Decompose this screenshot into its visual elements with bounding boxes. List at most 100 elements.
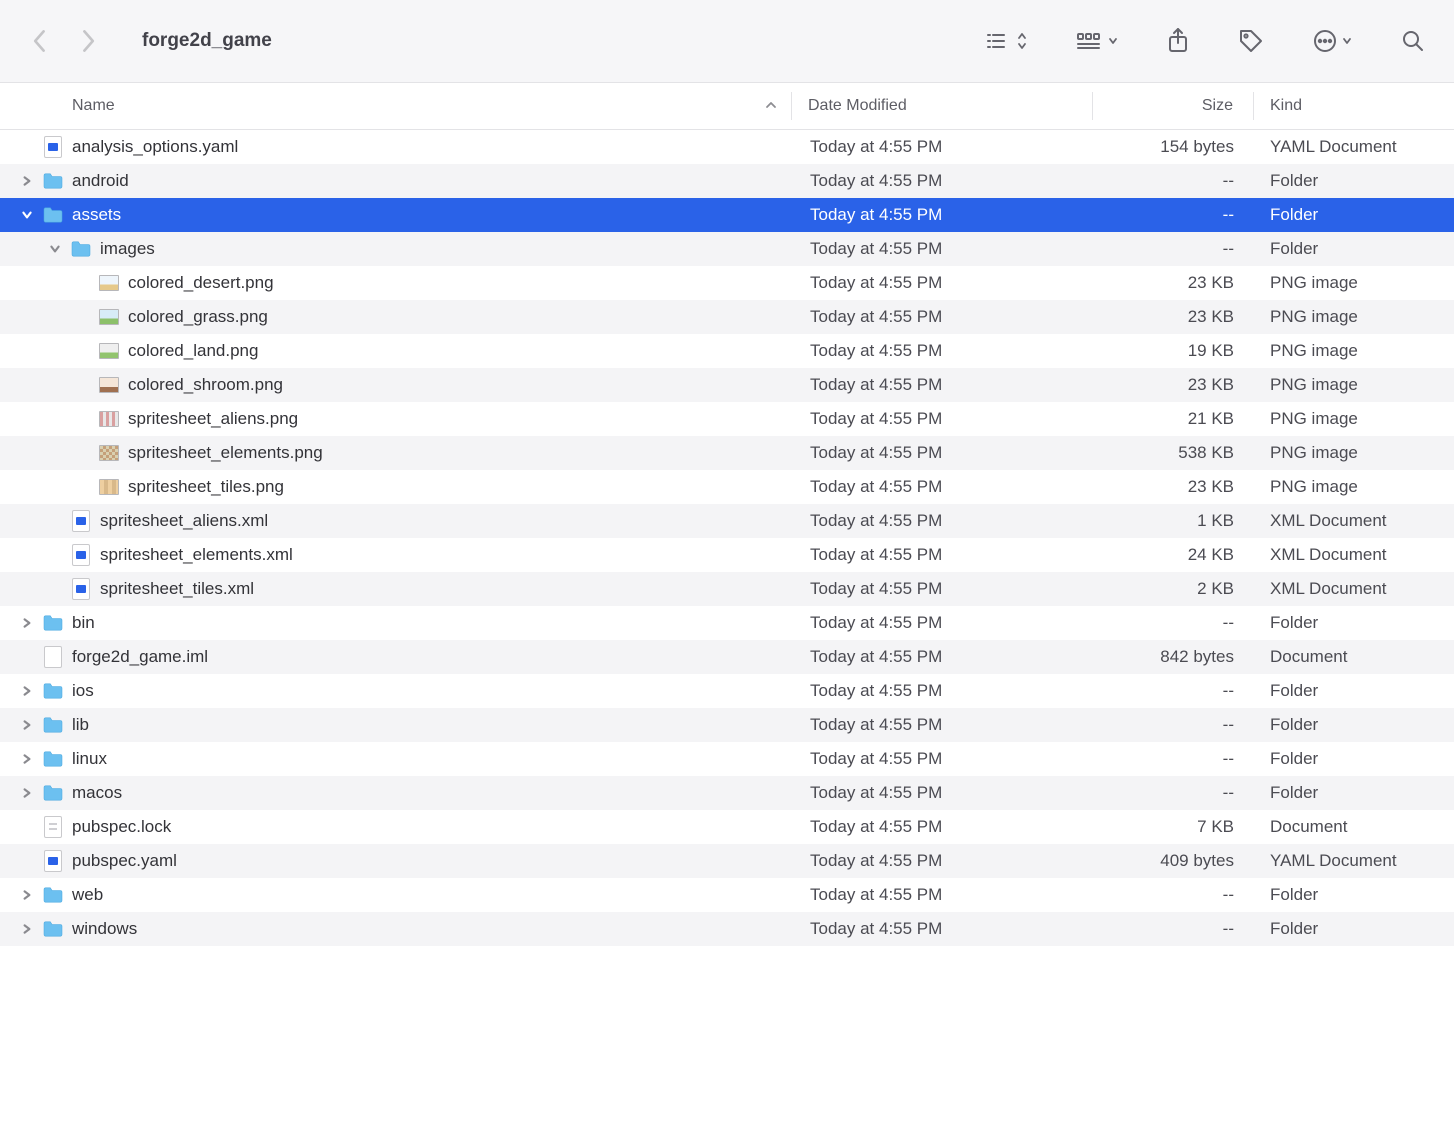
window-title: forge2d_game <box>142 30 272 52</box>
file-size-cell: -- <box>1094 749 1254 769</box>
file-name-cell: colored_grass.png <box>0 306 794 328</box>
more-button[interactable] <box>1312 23 1352 59</box>
tags-button[interactable] <box>1238 23 1264 59</box>
file-row[interactable]: androidToday at 4:55 PM--Folder <box>0 164 1454 198</box>
file-row[interactable]: libToday at 4:55 PM--Folder <box>0 708 1454 742</box>
file-size-cell: -- <box>1094 919 1254 939</box>
file-name-cell: bin <box>0 612 794 634</box>
file-size-cell: 23 KB <box>1094 375 1254 395</box>
column-header-date[interactable]: Date Modified <box>792 97 1092 115</box>
file-row[interactable]: webToday at 4:55 PM--Folder <box>0 878 1454 912</box>
file-name-cell: spritesheet_elements.xml <box>0 544 794 566</box>
forward-button[interactable] <box>76 29 100 53</box>
file-name-cell: forge2d_game.iml <box>0 646 794 668</box>
column-header-kind[interactable]: Kind <box>1254 97 1454 115</box>
folder-icon <box>42 884 64 906</box>
sort-ascending-icon <box>765 97 777 115</box>
file-name-cell: linux <box>0 748 794 770</box>
disclosure-closed-icon[interactable] <box>20 786 34 800</box>
file-row[interactable]: spritesheet_elements.png Today at 4:55 PM… <box>0 436 1454 470</box>
yaml-file-icon <box>42 136 64 158</box>
disclosure-open-icon[interactable] <box>20 208 34 222</box>
file-row[interactable]: imagesToday at 4:55 PM--Folder <box>0 232 1454 266</box>
file-row[interactable]: pubspec.lockToday at 4:55 PM7 KBDocument <box>0 810 1454 844</box>
file-row[interactable]: spritesheet_aliens.pngToday at 4:55 PM21… <box>0 402 1454 436</box>
file-name-label: colored_grass.png <box>128 307 268 327</box>
file-row[interactable]: colored_desert.pngToday at 4:55 PM23 KBP… <box>0 266 1454 300</box>
file-size-cell: -- <box>1094 239 1254 259</box>
folder-icon <box>70 238 92 260</box>
file-row[interactable]: windowsToday at 4:55 PM--Folder <box>0 912 1454 946</box>
file-kind-cell: Folder <box>1254 919 1454 939</box>
file-kind-cell: Folder <box>1254 715 1454 735</box>
file-name-label: ios <box>72 681 94 701</box>
file-date-cell: Today at 4:55 PM <box>794 749 1094 769</box>
file-kind-cell: PNG image <box>1254 341 1454 361</box>
file-date-cell: Today at 4:55 PM <box>794 613 1094 633</box>
file-size-cell: 21 KB <box>1094 409 1254 429</box>
file-name-cell: macos <box>0 782 794 804</box>
file-name-label: pubspec.lock <box>72 817 171 837</box>
file-size-cell: -- <box>1094 171 1254 191</box>
file-kind-cell: XML Document <box>1254 545 1454 565</box>
file-name-label: spritesheet_elements.xml <box>100 545 293 565</box>
share-button[interactable] <box>1166 23 1190 59</box>
back-button[interactable] <box>28 29 52 53</box>
disclosure-closed-icon[interactable] <box>20 718 34 732</box>
file-size-cell: 19 KB <box>1094 341 1254 361</box>
file-row[interactable]: pubspec.yamlToday at 4:55 PM409 bytesYAM… <box>0 844 1454 878</box>
file-row[interactable]: assetsToday at 4:55 PM--Folder <box>0 198 1454 232</box>
file-kind-cell: PNG image <box>1254 409 1454 429</box>
disclosure-closed-icon[interactable] <box>20 888 34 902</box>
file-row[interactable]: colored_shroom.pngToday at 4:55 PM23 KBP… <box>0 368 1454 402</box>
file-row[interactable]: spritesheet_elements.xmlToday at 4:55 PM… <box>0 538 1454 572</box>
disclosure-closed-icon[interactable] <box>20 752 34 766</box>
file-name-label: spritesheet_aliens.xml <box>100 511 268 531</box>
column-header-size[interactable]: Size <box>1093 97 1253 115</box>
file-name-label: spritesheet_elements.png <box>128 443 323 463</box>
group-by-button[interactable] <box>1076 23 1118 59</box>
file-row[interactable]: macosToday at 4:55 PM--Folder <box>0 776 1454 810</box>
file-name-label: android <box>72 171 129 191</box>
file-kind-cell: Folder <box>1254 783 1454 803</box>
xml-file-icon <box>70 510 92 532</box>
file-date-cell: Today at 4:55 PM <box>794 511 1094 531</box>
disclosure-closed-icon[interactable] <box>20 616 34 630</box>
file-row[interactable]: linuxToday at 4:55 PM--Folder <box>0 742 1454 776</box>
disclosure-open-icon[interactable] <box>48 242 62 256</box>
file-row[interactable]: analysis_options.yamlToday at 4:55 PM154… <box>0 130 1454 164</box>
file-name-cell: colored_desert.png <box>0 272 794 294</box>
file-kind-cell: PNG image <box>1254 477 1454 497</box>
file-name-cell: colored_land.png <box>0 340 794 362</box>
file-date-cell: Today at 4:55 PM <box>794 885 1094 905</box>
disclosure-closed-icon[interactable] <box>20 684 34 698</box>
file-name-label: assets <box>72 205 121 225</box>
view-list-button[interactable] <box>986 23 1028 59</box>
file-list: analysis_options.yamlToday at 4:55 PM154… <box>0 130 1454 946</box>
disclosure-closed-icon[interactable] <box>20 922 34 936</box>
file-kind-cell: YAML Document <box>1254 137 1454 157</box>
file-date-cell: Today at 4:55 PM <box>794 273 1094 293</box>
column-header-name[interactable]: Name <box>0 97 791 115</box>
file-row[interactable]: forge2d_game.imlToday at 4:55 PM842 byte… <box>0 640 1454 674</box>
file-row[interactable]: iosToday at 4:55 PM--Folder <box>0 674 1454 708</box>
image-file-icon <box>98 476 120 498</box>
file-name-label: macos <box>72 783 122 803</box>
file-name-cell: spritesheet_tiles.png <box>0 476 794 498</box>
file-date-cell: Today at 4:55 PM <box>794 477 1094 497</box>
file-row[interactable]: colored_land.pngToday at 4:55 PM19 KBPNG… <box>0 334 1454 368</box>
search-button[interactable] <box>1400 23 1426 59</box>
file-name-label: colored_land.png <box>128 341 258 361</box>
chevron-down-icon <box>1342 36 1352 46</box>
file-date-cell: Today at 4:55 PM <box>794 443 1094 463</box>
file-row[interactable]: colored_grass.pngToday at 4:55 PM23 KBPN… <box>0 300 1454 334</box>
file-name-label: spritesheet_tiles.png <box>128 477 284 497</box>
folder-icon <box>42 918 64 940</box>
file-row[interactable]: spritesheet_tiles.xmlToday at 4:55 PM2 K… <box>0 572 1454 606</box>
file-kind-cell: Folder <box>1254 205 1454 225</box>
file-kind-cell: PNG image <box>1254 375 1454 395</box>
disclosure-closed-icon[interactable] <box>20 174 34 188</box>
file-row[interactable]: spritesheet_tiles.pngToday at 4:55 PM23 … <box>0 470 1454 504</box>
file-row[interactable]: binToday at 4:55 PM--Folder <box>0 606 1454 640</box>
file-row[interactable]: spritesheet_aliens.xmlToday at 4:55 PM1 … <box>0 504 1454 538</box>
